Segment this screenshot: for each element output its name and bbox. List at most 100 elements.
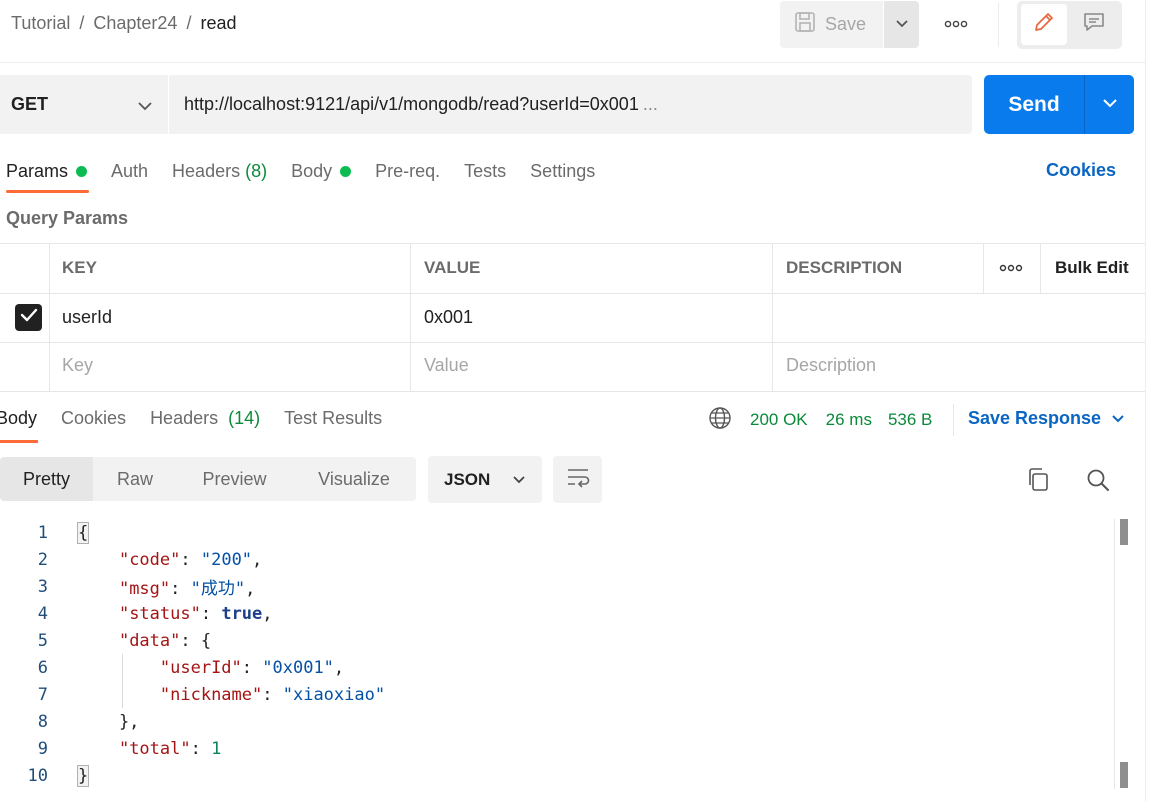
new-description-input[interactable]: Description xyxy=(786,355,876,376)
status-dot xyxy=(76,165,88,177)
json-key: "status" xyxy=(118,603,201,624)
view-preview-button[interactable]: Preview xyxy=(177,457,292,501)
more-options-button[interactable] xyxy=(940,12,972,36)
response-body-viewer[interactable]: 1 { 2 "code": "200", 3 "msg": "成功", 4 "s… xyxy=(0,519,1110,789)
response-tab-body[interactable]: Body xyxy=(0,408,37,432)
line-number: 4 xyxy=(37,603,48,624)
breadcrumb-collection[interactable]: Tutorial xyxy=(11,13,70,34)
line-number: 10 xyxy=(27,765,48,786)
checkmark-icon xyxy=(20,308,38,327)
status-code[interactable]: 200 OK xyxy=(750,410,808,430)
new-value-input[interactable]: Value xyxy=(424,355,469,376)
tab-auth[interactable]: Auth xyxy=(111,159,148,183)
url-input[interactable]: http://localhost:9121/api/v1/mongodb/rea… xyxy=(169,75,972,134)
tab-body[interactable]: Body xyxy=(291,159,352,183)
scrollbar-thumb[interactable] xyxy=(1120,762,1128,788)
tab-settings[interactable]: Settings xyxy=(530,159,595,183)
line-number: 6 xyxy=(37,657,48,678)
code-line: 3 "msg": "成功", xyxy=(0,573,1110,600)
save-response-button[interactable]: Save Response xyxy=(968,408,1125,429)
bulk-edit-button[interactable]: Bulk Edit xyxy=(1055,258,1129,278)
column-header-value: VALUE xyxy=(424,258,481,277)
copy-icon[interactable] xyxy=(1025,466,1051,494)
view-raw-button[interactable]: Raw xyxy=(93,457,177,501)
tab-params[interactable]: Params xyxy=(6,159,88,183)
response-time[interactable]: 26 ms xyxy=(826,410,872,430)
wrap-lines-button[interactable] xyxy=(553,456,602,503)
new-key-input[interactable]: Key xyxy=(62,355,93,376)
request-tabs: Params Auth Headers (8) Body Pre-req. Te… xyxy=(6,159,619,195)
table-border xyxy=(983,243,984,293)
format-select[interactable]: JSON xyxy=(428,456,542,503)
breadcrumb-separator: / xyxy=(186,13,192,33)
table-border xyxy=(0,391,1145,392)
code-line: 6 "userId": "0x001", xyxy=(0,654,1110,681)
code-content: } xyxy=(76,764,90,787)
param-enabled-checkbox[interactable] xyxy=(15,304,42,331)
code-content: "code": "200", xyxy=(118,549,263,570)
scrollbar-marker[interactable] xyxy=(1120,519,1128,545)
line-number: 8 xyxy=(37,711,48,732)
send-button-group: Send xyxy=(984,75,1134,134)
chevron-down-icon xyxy=(512,470,526,490)
response-tabs: Body Cookies Headers (14) Test Results xyxy=(0,408,406,432)
code-line: 5 "data": { xyxy=(0,627,1110,654)
method-select[interactable]: GET xyxy=(0,75,168,134)
chevron-down-icon xyxy=(895,16,909,34)
code-content: "msg": "成功", xyxy=(118,579,256,599)
more-horizontal-icon xyxy=(944,15,968,33)
send-options-button[interactable] xyxy=(1084,75,1134,134)
code-line: 10 } xyxy=(0,762,1110,789)
json-key: "code" xyxy=(118,549,181,570)
tab-headers[interactable]: Headers (8) xyxy=(172,159,267,183)
save-options-button[interactable] xyxy=(884,1,919,48)
response-tab-headers[interactable]: Headers (14) xyxy=(150,408,260,432)
tab-tests-label: Tests xyxy=(464,160,507,181)
json-string: "xiaoxiao" xyxy=(282,684,386,705)
globe-icon[interactable] xyxy=(708,406,732,435)
comment-mode-button[interactable] xyxy=(1071,4,1117,45)
code-content: "userId": "0x001", xyxy=(159,657,345,678)
toolbar-divider xyxy=(998,3,999,47)
table-border xyxy=(0,293,1145,294)
code-content: "data": { xyxy=(118,630,212,651)
column-header-description: DESCRIPTION xyxy=(786,258,903,277)
breadcrumb-request-name[interactable]: read xyxy=(200,13,236,34)
response-tab-headers-label: Headers xyxy=(150,408,219,428)
save-button[interactable]: Save xyxy=(780,1,883,48)
table-border xyxy=(0,342,1145,343)
send-button[interactable]: Send xyxy=(984,75,1084,134)
chevron-down-icon xyxy=(1111,408,1125,429)
response-size[interactable]: 536 B xyxy=(888,410,932,430)
json-key: "total" xyxy=(118,738,191,759)
param-value-cell[interactable]: 0x001 xyxy=(424,307,473,328)
breadcrumb-folder[interactable]: Chapter24 xyxy=(93,13,177,34)
code-content: "status": true, xyxy=(118,603,273,624)
table-more-button[interactable] xyxy=(999,258,1023,283)
save-label: Save xyxy=(825,14,867,34)
line-number: 1 xyxy=(37,522,48,543)
tab-tests[interactable]: Tests xyxy=(464,159,506,183)
code-content: "nickname": "xiaoxiao" xyxy=(159,684,386,705)
comment-icon xyxy=(1082,10,1106,39)
response-tab-test-results[interactable]: Test Results xyxy=(284,408,382,432)
tab-body-label: Body xyxy=(291,160,333,181)
json-boolean: true xyxy=(221,603,263,624)
scrollbar-track xyxy=(1114,519,1115,789)
tab-auth-label: Auth xyxy=(111,160,149,181)
param-key-cell[interactable]: userId xyxy=(62,307,112,328)
search-icon[interactable] xyxy=(1085,466,1111,494)
response-tab-cookies[interactable]: Cookies xyxy=(61,408,126,432)
view-mode-group: Pretty Raw Preview Visualize xyxy=(0,457,416,501)
tab-prereq[interactable]: Pre-req. xyxy=(375,159,440,183)
pencil-icon xyxy=(1032,10,1056,39)
cookies-link[interactable]: Cookies xyxy=(1046,160,1116,181)
code-content: { xyxy=(76,521,90,544)
table-border xyxy=(772,243,773,392)
save-button-group: Save xyxy=(780,1,919,48)
format-label: JSON xyxy=(444,469,491,489)
view-visualize-button[interactable]: Visualize xyxy=(292,457,416,501)
view-pretty-button[interactable]: Pretty xyxy=(0,457,93,501)
edit-mode-button[interactable] xyxy=(1021,4,1067,45)
code-line: 7 "nickname": "xiaoxiao" xyxy=(0,681,1110,708)
